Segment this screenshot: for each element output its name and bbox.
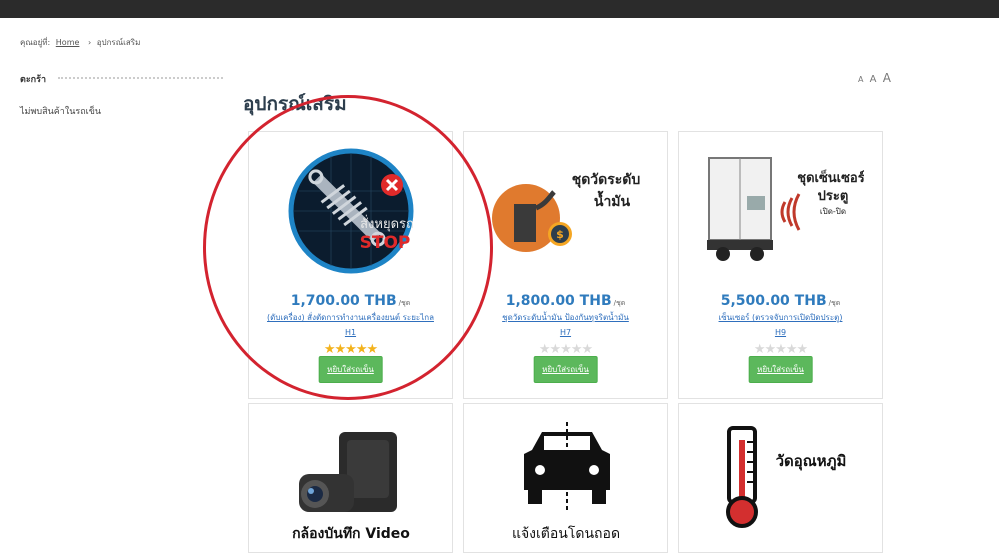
product-price: 1,800.00 THB/ชุด xyxy=(464,290,667,309)
svg-text:$: $ xyxy=(556,228,564,241)
breadcrumb-separator: › xyxy=(87,38,92,47)
font-size-large-button[interactable]: A xyxy=(883,71,891,85)
price-unit: /ชุด xyxy=(828,299,841,307)
font-size-medium-button[interactable]: A xyxy=(870,74,877,85)
add-to-cart-button[interactable]: หยิบใส่รถเข็น xyxy=(533,356,598,383)
rating-stars: ★★★★★ xyxy=(538,342,593,357)
product-card: แจ้งเตือนโดนถอด xyxy=(463,403,668,553)
page-title: อุปกรณ์เสริม xyxy=(243,93,347,115)
breadcrumb: คุณอยู่ที่: Home › อุปกรณ์เสริม xyxy=(20,36,140,49)
product-card: สั่งหยุดรถ STOP 1,700.00 THB/ชุด (ดับเคร… xyxy=(248,131,453,399)
product-image-caption: สั่งหยุดรถ xyxy=(360,215,414,232)
product-image-caption: แจ้งเตือนโดนถอด xyxy=(512,525,620,542)
price-amount: 1,800.00 THB xyxy=(505,293,612,309)
cart-divider xyxy=(58,77,223,79)
product-image-caption: ชุดเซ็นเซอร์ xyxy=(797,168,864,186)
product-image-caption: วัดอุณหภูมิ xyxy=(776,452,847,471)
engine-stop-product-image[interactable]: สั่งหยุดรถ STOP xyxy=(269,146,434,276)
product-card: วัดอุณหภูมิ xyxy=(678,403,883,553)
font-size-small-button[interactable]: A xyxy=(858,75,863,84)
rating-stars: ★★★★★ xyxy=(753,342,808,357)
price-amount: 1,700.00 THB xyxy=(290,293,397,309)
top-bar xyxy=(0,0,999,18)
breadcrumb-prefix: คุณอยู่ที่: xyxy=(20,38,51,47)
font-size-switcher: A A A xyxy=(858,71,894,85)
product-name-link[interactable]: (ดับเครื่อง) สั่งตัดการทำงานเครื่องยนต์ … xyxy=(253,311,448,324)
product-card: $ ชุดวัดระดับ น้ำมัน 1,800.00 THB/ชุด ชุ… xyxy=(463,131,668,399)
product-price: 5,500.00 THB/ชุด xyxy=(679,290,882,309)
cart-empty-message: ไม่พบสินค้าในรถเข็น xyxy=(20,107,102,117)
product-image-caption: น้ำมัน xyxy=(594,190,631,210)
product-code-link[interactable]: H1 xyxy=(249,328,452,337)
price-unit: /ชุด xyxy=(398,299,411,307)
product-card: ชุดเซ็นเซอร์ ประตู เปิด-ปิด 5,500.00 THB… xyxy=(678,131,883,399)
product-card: กล้องบันทึก Video xyxy=(248,403,453,553)
add-to-cart-button[interactable]: หยิบใส่รถเข็น xyxy=(748,356,813,383)
product-image-caption: เปิด-ปิด xyxy=(820,207,846,216)
cart-title: ตะกร้า xyxy=(20,75,47,85)
removal-alert-product-image[interactable]: แจ้งเตือนโดนถอด xyxy=(484,414,649,544)
product-image-caption: กล้องบันทึก Video xyxy=(292,525,410,542)
breadcrumb-current: อุปกรณ์เสริม xyxy=(96,38,141,47)
breadcrumb-home-link[interactable]: Home xyxy=(56,38,80,47)
add-to-cart-button[interactable]: หยิบใส่รถเข็น xyxy=(318,356,383,383)
product-name-link[interactable]: เซ็นเซอร์ (ตรวจจับการเปิดปิดประตู) xyxy=(683,311,878,324)
price-amount: 5,500.00 THB xyxy=(720,293,827,309)
product-image-caption: STOP xyxy=(360,233,411,253)
price-unit: /ชุด xyxy=(613,299,626,307)
product-name-link[interactable]: ชุดวัดระดับน้ำมัน ป้องกันทุจริตน้ำมัน xyxy=(468,311,663,324)
rating-stars: ★★★★★ xyxy=(323,342,378,357)
product-code-link[interactable]: H9 xyxy=(679,328,882,337)
product-image-caption: ประตู xyxy=(818,189,849,204)
fuel-level-product-image[interactable]: $ ชุดวัดระดับ น้ำมัน xyxy=(484,146,649,276)
product-price: 1,700.00 THB/ชุด xyxy=(249,290,452,309)
product-image-caption: ชุดวัดระดับ xyxy=(572,172,641,188)
thermometer-product-image[interactable]: วัดอุณหภูมิ xyxy=(699,414,864,544)
door-sensor-product-image[interactable]: ชุดเซ็นเซอร์ ประตู เปิด-ปิด xyxy=(699,146,864,276)
dash-camera-product-image[interactable]: กล้องบันทึก Video xyxy=(269,414,434,544)
product-code-link[interactable]: H7 xyxy=(464,328,667,337)
